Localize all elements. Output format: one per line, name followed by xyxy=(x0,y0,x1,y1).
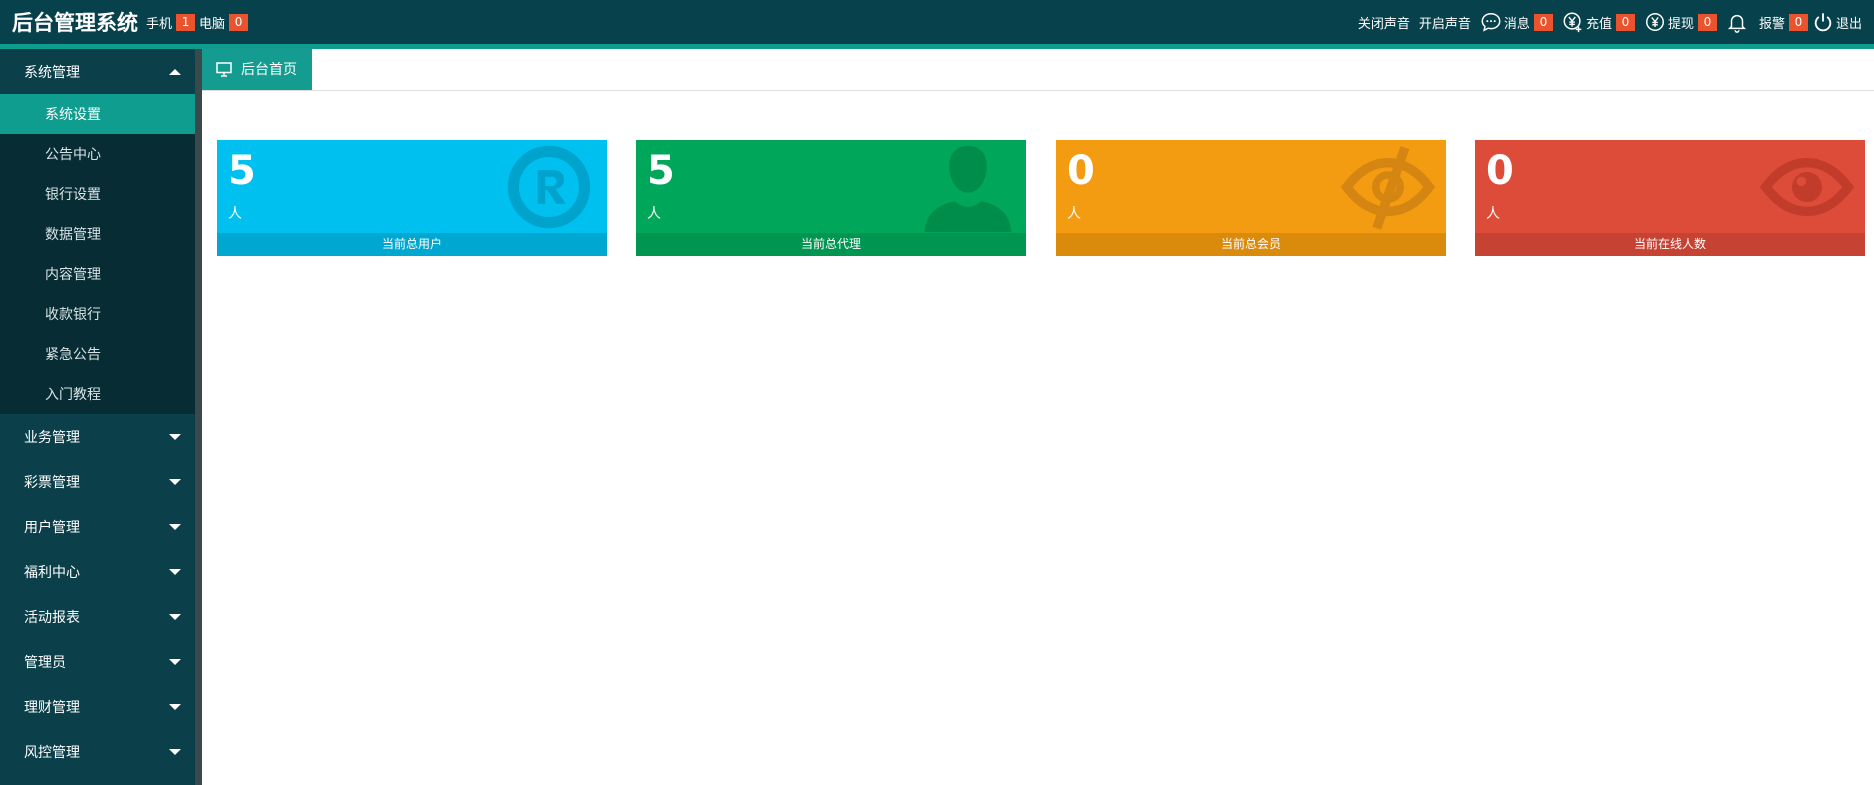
device-phone-label: 手机 xyxy=(146,16,173,32)
sidebar-group-business[interactable]: 业务管理 xyxy=(0,414,195,459)
bell-icon xyxy=(1726,11,1748,33)
caret-down-icon xyxy=(169,478,181,485)
stat-label: 当前在线人数 xyxy=(1475,233,1865,256)
tab-bar: 后台首页 xyxy=(202,48,1874,91)
sidebar-group-label: 彩票管理 xyxy=(24,474,80,491)
stat-cards: 5 人 当前总用户 5 人 当前总代理 0 人 当前总会员 0 人 当前在线人数 xyxy=(202,91,1874,256)
device-pc-count: 0 xyxy=(229,13,249,31)
sidebar-group-label: 风控管理 xyxy=(24,744,80,761)
eye-icon xyxy=(1759,142,1855,232)
logout-button[interactable]: 退出 xyxy=(1812,11,1862,33)
caret-down-icon xyxy=(169,748,181,755)
caret-down-icon xyxy=(169,658,181,665)
caret-down-icon xyxy=(169,568,181,575)
stat-label: 当前总用户 xyxy=(217,233,607,256)
sidebar-item-system-settings[interactable]: 系统设置 xyxy=(0,94,195,134)
power-icon xyxy=(1812,11,1834,33)
stat-label: 当前总代理 xyxy=(636,233,1026,256)
caret-down-icon xyxy=(169,523,181,530)
alarm-count: 0 xyxy=(1788,13,1808,31)
chat-bubble-icon xyxy=(1480,11,1502,33)
sidebar-resize-handle[interactable] xyxy=(195,49,202,785)
stat-unit: 人 xyxy=(228,206,242,222)
sidebar-group-system[interactable]: 系统管理 xyxy=(0,49,195,94)
withdraw-button[interactable]: 提现 0 xyxy=(1644,11,1717,33)
sidebar-group-users[interactable]: 用户管理 xyxy=(0,504,195,549)
sidebar-group-label: 活动报表 xyxy=(24,609,80,626)
sidebar-group-label: 管理员 xyxy=(24,654,66,671)
notification-bell-button[interactable] xyxy=(1726,11,1750,33)
sidebar-item-urgent-notice[interactable]: 紧急公告 xyxy=(0,334,195,374)
sidebar-group-activity-reports[interactable]: 活动报表 xyxy=(0,594,195,639)
caret-down-icon xyxy=(169,703,181,710)
sidebar-item-tutorial[interactable]: 入门教程 xyxy=(0,374,195,414)
tab-dashboard-home[interactable]: 后台首页 xyxy=(202,48,312,90)
sidebar-item-bank-settings[interactable]: 银行设置 xyxy=(0,174,195,214)
user-icon xyxy=(920,142,1016,232)
sidebar-group-label: 理财管理 xyxy=(24,699,80,716)
withdraw-label: 提现 xyxy=(1667,16,1694,32)
stat-label: 当前总会员 xyxy=(1056,233,1446,256)
recharge-count: 0 xyxy=(1615,13,1635,31)
registered-icon xyxy=(501,142,597,232)
monitor-icon xyxy=(216,61,232,77)
stat-value: 0 xyxy=(1486,148,1514,194)
alarm-button[interactable]: 报警 0 xyxy=(1759,13,1808,32)
stat-card-total-members[interactable]: 0 人 当前总会员 xyxy=(1056,140,1446,256)
sidebar-group-label: 用户管理 xyxy=(24,519,80,536)
sound-off-button[interactable]: 关闭声音 xyxy=(1358,13,1410,32)
device-pc[interactable]: 电脑 0 xyxy=(199,13,249,32)
messages-count: 0 xyxy=(1533,13,1553,31)
stat-card-total-agents[interactable]: 5 人 当前总代理 xyxy=(636,140,1026,256)
recharge-label: 充值 xyxy=(1585,16,1612,32)
header-right: 关闭声音 开启声音 消息 0 充值 0 提现 0 报警 0 退出 xyxy=(1349,11,1874,33)
device-pc-label: 电脑 xyxy=(199,16,226,32)
sidebar-group-label: 系统管理 xyxy=(24,64,80,81)
sidebar-item-content-management[interactable]: 内容管理 xyxy=(0,254,195,294)
header-left: 后台管理系统 手机 1 电脑 0 xyxy=(0,7,249,37)
sidebar-submenu-system: 系统设置 公告中心 银行设置 数据管理 内容管理 收款银行 紧急公告 入门教程 xyxy=(0,94,195,414)
recharge-button[interactable]: 充值 0 xyxy=(1562,11,1635,33)
stat-value: 5 xyxy=(647,148,675,194)
main-content: 后台首页 5 人 当前总用户 5 人 当前总代理 0 人 当前总会员 0 人 当… xyxy=(202,48,1874,785)
yen-plus-icon xyxy=(1562,11,1584,33)
app-title: 后台管理系统 xyxy=(12,11,138,35)
stat-unit: 人 xyxy=(1067,206,1081,222)
tab-label: 后台首页 xyxy=(241,62,297,78)
stat-card-total-users[interactable]: 5 人 当前总用户 xyxy=(217,140,607,256)
yen-circle-icon xyxy=(1644,11,1666,33)
sidebar: 系统管理 系统设置 公告中心 银行设置 数据管理 内容管理 收款银行 紧急公告 … xyxy=(0,49,195,785)
top-header: 后台管理系统 手机 1 电脑 0 关闭声音 开启声音 消息 0 充值 0 提现 … xyxy=(0,0,1874,44)
device-phone[interactable]: 手机 1 xyxy=(146,13,196,32)
caret-down-icon xyxy=(169,613,181,620)
sidebar-item-announcements[interactable]: 公告中心 xyxy=(0,134,195,174)
device-phone-count: 1 xyxy=(176,13,196,31)
sidebar-item-receiving-bank[interactable]: 收款银行 xyxy=(0,294,195,334)
sidebar-group-label: 福利中心 xyxy=(24,564,80,581)
sidebar-group-finance[interactable]: 理财管理 xyxy=(0,684,195,729)
stat-unit: 人 xyxy=(1486,206,1500,222)
sidebar-group-admins[interactable]: 管理员 xyxy=(0,639,195,684)
stat-value: 5 xyxy=(228,148,256,194)
sidebar-item-data-management[interactable]: 数据管理 xyxy=(0,214,195,254)
stat-value: 0 xyxy=(1067,148,1095,194)
sidebar-group-lottery[interactable]: 彩票管理 xyxy=(0,459,195,504)
sidebar-group-welfare[interactable]: 福利中心 xyxy=(0,549,195,594)
alarm-label: 报警 xyxy=(1758,16,1785,32)
logout-label: 退出 xyxy=(1835,16,1862,32)
stat-card-online-count[interactable]: 0 人 当前在线人数 xyxy=(1475,140,1865,256)
messages-label: 消息 xyxy=(1503,16,1530,32)
sidebar-group-label: 业务管理 xyxy=(24,429,80,446)
caret-down-icon xyxy=(169,433,181,440)
caret-up-icon xyxy=(169,68,181,75)
messages-button[interactable]: 消息 0 xyxy=(1480,11,1553,33)
stat-unit: 人 xyxy=(647,206,661,222)
withdraw-count: 0 xyxy=(1697,13,1717,31)
eye-slash-icon xyxy=(1340,142,1436,232)
sidebar-group-risk-control[interactable]: 风控管理 xyxy=(0,729,195,774)
sound-on-button[interactable]: 开启声音 xyxy=(1419,13,1471,32)
